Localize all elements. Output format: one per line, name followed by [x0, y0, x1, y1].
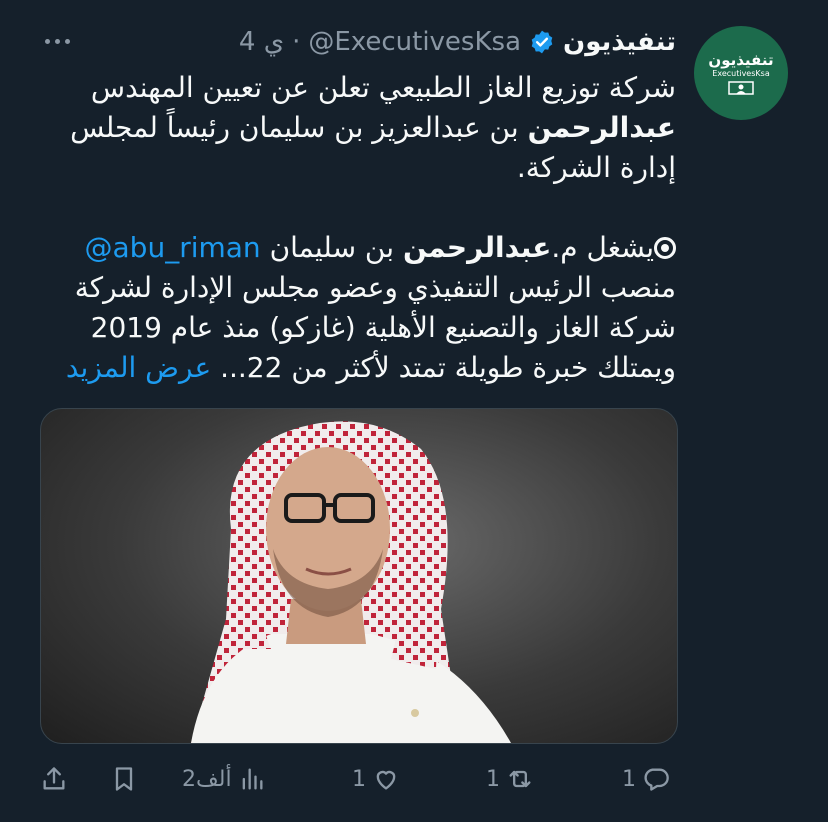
tweet-text-segment: شركة توزيع الغاز الطبيعي تعلن عن تعيين ا…: [90, 71, 676, 104]
tweet-text-segment: إدارة الشركة.: [516, 151, 676, 184]
like-button[interactable]: 1: [352, 758, 400, 800]
tweet-text-segment: بن عبدالعزيز بن سليمان رئيساً لمجلس: [70, 111, 528, 144]
show-more-link[interactable]: عرض المزيد: [66, 351, 211, 384]
views-button[interactable]: 2ألف: [182, 758, 266, 800]
author-display-name[interactable]: تنفيذيون: [563, 27, 676, 57]
tweet-text-segment: بن سليمان: [260, 231, 403, 264]
avatar-logo-icon: [728, 81, 754, 95]
views-count: 2ألف: [182, 766, 232, 792]
tweet-timestamp[interactable]: 4 ي: [239, 27, 284, 57]
tweet-line: ويمتلك خبرة طويلة تمتد لأكثر من 22... عر…: [40, 348, 676, 388]
meta-separator: ·: [292, 27, 301, 57]
mention-link[interactable]: @abu_riman: [85, 231, 261, 264]
like-icon: [376, 770, 396, 790]
retweet-button[interactable]: 1: [486, 758, 534, 800]
tweet-line: عبدالرحمن بن عبدالعزيز بن سليمان رئيساً …: [40, 108, 676, 148]
more-icon[interactable]: [40, 24, 74, 58]
avatar-brand-arabic: تنفيذيون: [708, 51, 774, 69]
tweet-line: منصب الرئيس التنفيذي وعضو مجلس الإدارة ل…: [40, 268, 676, 308]
tweet-line: شركة الغاز والتصنيع الأهلية (غازكو) منذ …: [40, 308, 676, 348]
radio-circle-icon: [654, 237, 676, 259]
share-icon: [43, 767, 65, 790]
tweet-photo[interactable]: [40, 408, 678, 744]
reply-button[interactable]: 1: [622, 758, 670, 800]
bookmark-icon: [115, 767, 133, 791]
retweet-count: 1: [486, 766, 500, 792]
highlighted-name: عبدالرحمن: [402, 231, 552, 264]
tweet-header: تنفيذيون @ExecutivesKsa · 4 ي: [239, 22, 676, 62]
verified-badge-icon[interactable]: [529, 29, 555, 55]
retweet-icon: [509, 770, 531, 788]
author-handle[interactable]: @ExecutivesKsa: [308, 27, 521, 57]
reply-icon: [644, 768, 669, 791]
tweet-text: شركة توزيع الغاز الطبيعي تعلن عن تعيين ا…: [40, 68, 676, 388]
bookmark-button[interactable]: [110, 758, 138, 800]
like-count: 1: [352, 766, 366, 792]
tweet-text-segment: يشغل م.: [551, 231, 654, 264]
tweet-line: إدارة الشركة.: [40, 148, 676, 188]
avatar-brand-english: ExecutivesKsa: [712, 69, 770, 78]
tweet-text-segment: منصب الرئيس التنفيذي وعضو مجلس الإدارة ل…: [74, 271, 676, 304]
share-button[interactable]: [40, 758, 68, 800]
tweet-line: يشغل م.عبدالرحمن بن سليمان @abu_riman: [40, 228, 676, 268]
views-icon: [242, 768, 263, 790]
highlighted-name: عبدالرحمن: [527, 111, 676, 144]
portrait-illustration: [191, 421, 511, 743]
profile-avatar[interactable]: تنفيذيون ExecutivesKsa: [694, 26, 788, 120]
tweet-line: شركة توزيع الغاز الطبيعي تعلن عن تعيين ا…: [40, 68, 676, 108]
tweet-text-segment: ويمتلك خبرة طويلة تمتد لأكثر من 22...: [211, 351, 676, 384]
tweet-text-segment: شركة الغاز والتصنيع الأهلية (غازكو) منذ …: [90, 311, 676, 344]
tweet-actions: 2ألف 1 1 1: [40, 758, 676, 800]
reply-count: 1: [622, 766, 636, 792]
